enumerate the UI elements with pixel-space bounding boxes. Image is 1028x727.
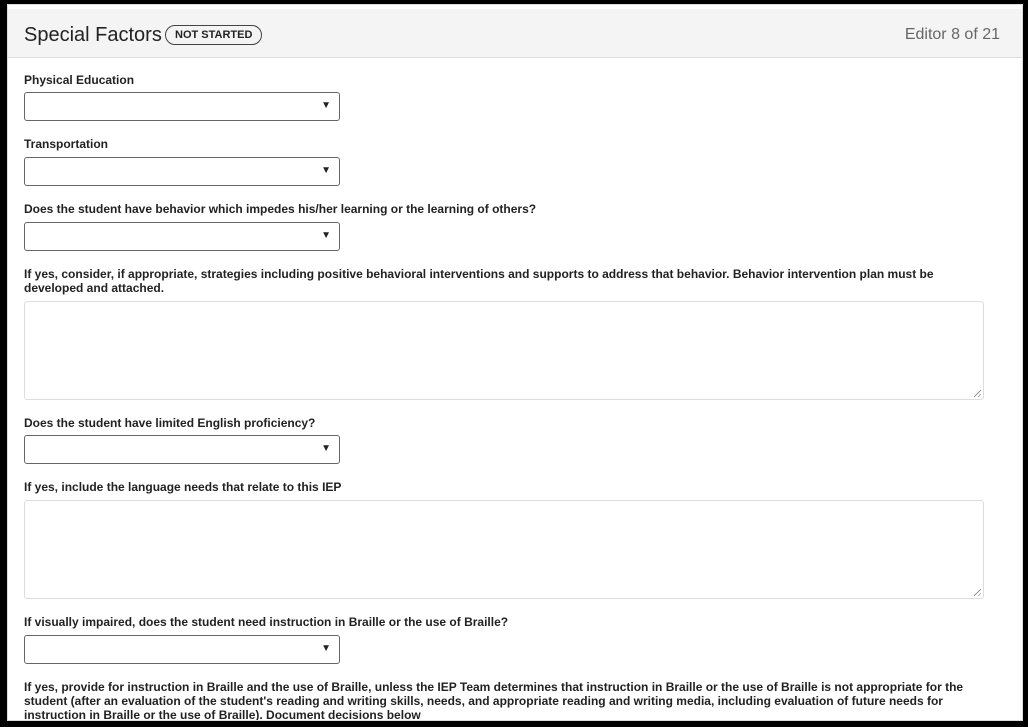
page-title: Special Factors [24,24,162,46]
transportation-select[interactable]: ▼ [24,157,340,186]
behavior-label: Does the student have behavior which imp… [24,202,537,216]
caret-down-icon: ▼ [321,443,331,454]
physical-education-select[interactable]: ▼ [24,92,340,121]
braille-need-select[interactable]: ▼ [24,635,340,664]
braille-need-label: If visually impaired, does the student n… [24,615,509,629]
panel-header: Special Factors NOT STARTED Editor 8 of … [8,9,1022,58]
behavior-select[interactable]: ▼ [24,222,340,251]
status-badge: NOT STARTED [165,25,263,45]
physical-education-label: Physical Education [24,73,135,87]
resize-grip-icon[interactable] [974,589,981,596]
caret-down-icon: ▼ [321,100,331,111]
english-proficiency-label: Does the student have limited English pr… [24,416,316,430]
special-factors-panel: Special Factors NOT STARTED Editor 8 of … [7,4,1023,721]
caret-down-icon: ▼ [321,643,331,654]
language-needs-label: If yes, include the language needs that … [24,480,342,494]
language-needs-textarea[interactable] [24,500,984,599]
caret-down-icon: ▼ [321,230,331,241]
resize-grip-icon[interactable] [974,390,981,397]
english-proficiency-select[interactable]: ▼ [24,435,340,464]
braille-instruction-label: If yes, provide for instruction in Brail… [24,680,964,721]
behavior-strategies-label: If yes, consider, if appropriate, strate… [24,267,934,295]
behavior-strategies-textarea[interactable] [24,301,984,400]
transportation-label: Transportation [24,137,109,151]
caret-down-icon: ▼ [321,165,331,176]
editor-count: Editor 8 of 21 [904,26,1000,43]
